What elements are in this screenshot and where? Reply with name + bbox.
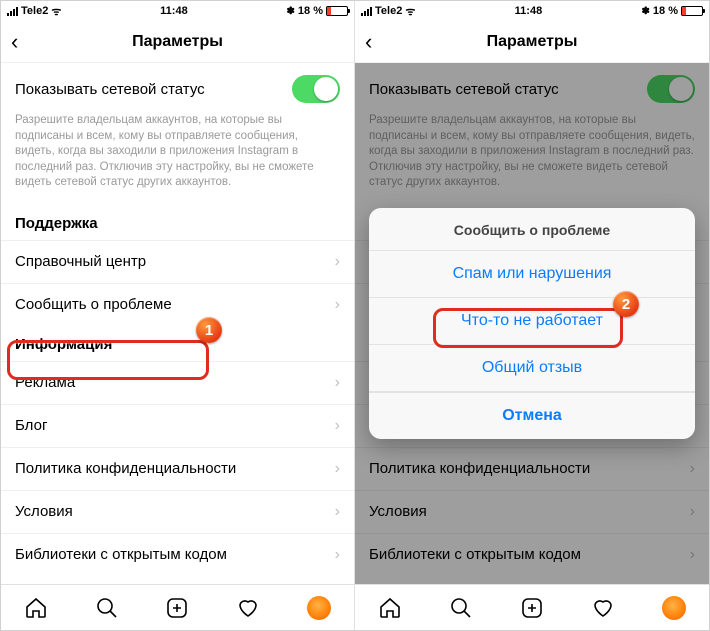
chevron-right-icon: › — [335, 374, 340, 392]
row-ads[interactable]: Реклама › — [1, 361, 354, 404]
section-info: Информация — [1, 326, 354, 361]
network-status-row[interactable]: Показывать сетевой статус — [1, 63, 354, 109]
sheet-option-feedback[interactable]: Общий отзыв — [369, 345, 695, 392]
clock: 11:48 — [515, 5, 543, 17]
row-label: Условия — [15, 503, 73, 520]
row-blog[interactable]: Блог › — [1, 404, 354, 447]
row-label: Политика конфиденциальности — [15, 460, 236, 477]
row-terms[interactable]: Условия › — [1, 490, 354, 533]
tab-home[interactable] — [24, 596, 48, 620]
section-support: Поддержка — [1, 205, 354, 240]
action-sheet: Сообщить о проблеме Спам или нарушения Ч… — [369, 208, 695, 439]
battery-text: 18 % — [653, 5, 678, 17]
chevron-right-icon: › — [335, 546, 340, 564]
network-status-label: Показывать сетевой статус — [15, 81, 205, 98]
tab-activity[interactable] — [236, 596, 260, 620]
tab-add[interactable] — [165, 596, 189, 620]
status-bar: Tele2 ᯤ 11:48 ✽ 18 % — [355, 1, 709, 21]
tab-profile[interactable] — [307, 596, 331, 620]
row-label: Сообщить о проблеме — [15, 296, 172, 313]
nav-header: ‹ Параметры — [355, 21, 709, 63]
bluetooth-icon: ✽ — [642, 6, 650, 17]
sheet-title: Сообщить о проблеме — [369, 208, 695, 251]
chevron-right-icon: › — [335, 253, 340, 271]
row-help-center[interactable]: Справочный центр › — [1, 240, 354, 283]
battery-text: 18 % — [298, 5, 323, 17]
battery-icon — [681, 6, 703, 16]
tab-bar — [1, 584, 354, 630]
row-report-problem[interactable]: Сообщить о проблеме › — [1, 283, 354, 326]
sheet-option-spam[interactable]: Спам или нарушения — [369, 251, 695, 298]
phone-left: Tele2 ᯤ 11:48 ✽ 18 % ‹ Параметры Показыв… — [1, 1, 355, 630]
wifi-icon: ᯤ — [405, 4, 415, 19]
carrier-label: Tele2 — [21, 5, 48, 17]
back-button[interactable]: ‹ — [365, 29, 372, 55]
carrier-label: Tele2 — [375, 5, 402, 17]
signal-icon — [7, 7, 18, 16]
row-label: Справочный центр — [15, 253, 146, 270]
tab-search[interactable] — [449, 596, 473, 620]
row-opensource[interactable]: Библиотеки с открытым кодом › — [1, 533, 354, 576]
nav-header: ‹ Параметры — [1, 21, 354, 63]
chevron-right-icon: › — [335, 417, 340, 435]
battery-icon — [326, 6, 348, 16]
chevron-right-icon: › — [335, 460, 340, 478]
network-status-toggle[interactable] — [292, 75, 340, 103]
tab-profile[interactable] — [662, 596, 686, 620]
sheet-cancel[interactable]: Отмена — [369, 392, 695, 439]
row-label: Реклама — [15, 374, 75, 391]
tab-bar — [355, 584, 709, 630]
network-status-hint: Разрешите владельцам аккаунтов, на котор… — [1, 109, 354, 205]
bluetooth-icon: ✽ — [287, 6, 295, 17]
chevron-right-icon: › — [335, 296, 340, 314]
status-bar: Tele2 ᯤ 11:48 ✽ 18 % — [1, 1, 354, 21]
wifi-icon: ᯤ — [51, 4, 61, 19]
tab-home[interactable] — [378, 596, 402, 620]
row-privacy[interactable]: Политика конфиденциальности › — [1, 447, 354, 490]
chevron-right-icon: › — [335, 503, 340, 521]
row-label: Блог — [15, 417, 47, 434]
clock: 11:48 — [160, 5, 188, 17]
signal-icon — [361, 7, 372, 16]
back-button[interactable]: ‹ — [11, 29, 18, 55]
row-label: Библиотеки с открытым кодом — [15, 546, 227, 563]
tab-search[interactable] — [95, 596, 119, 620]
tab-activity[interactable] — [591, 596, 615, 620]
phone-right: Tele2 ᯤ 11:48 ✽ 18 % ‹ Параметры Показыв… — [355, 1, 709, 630]
page-title: Параметры — [132, 33, 223, 51]
tab-add[interactable] — [520, 596, 544, 620]
sheet-option-broken[interactable]: Что-то не работает — [369, 298, 695, 345]
page-title: Параметры — [487, 33, 578, 51]
